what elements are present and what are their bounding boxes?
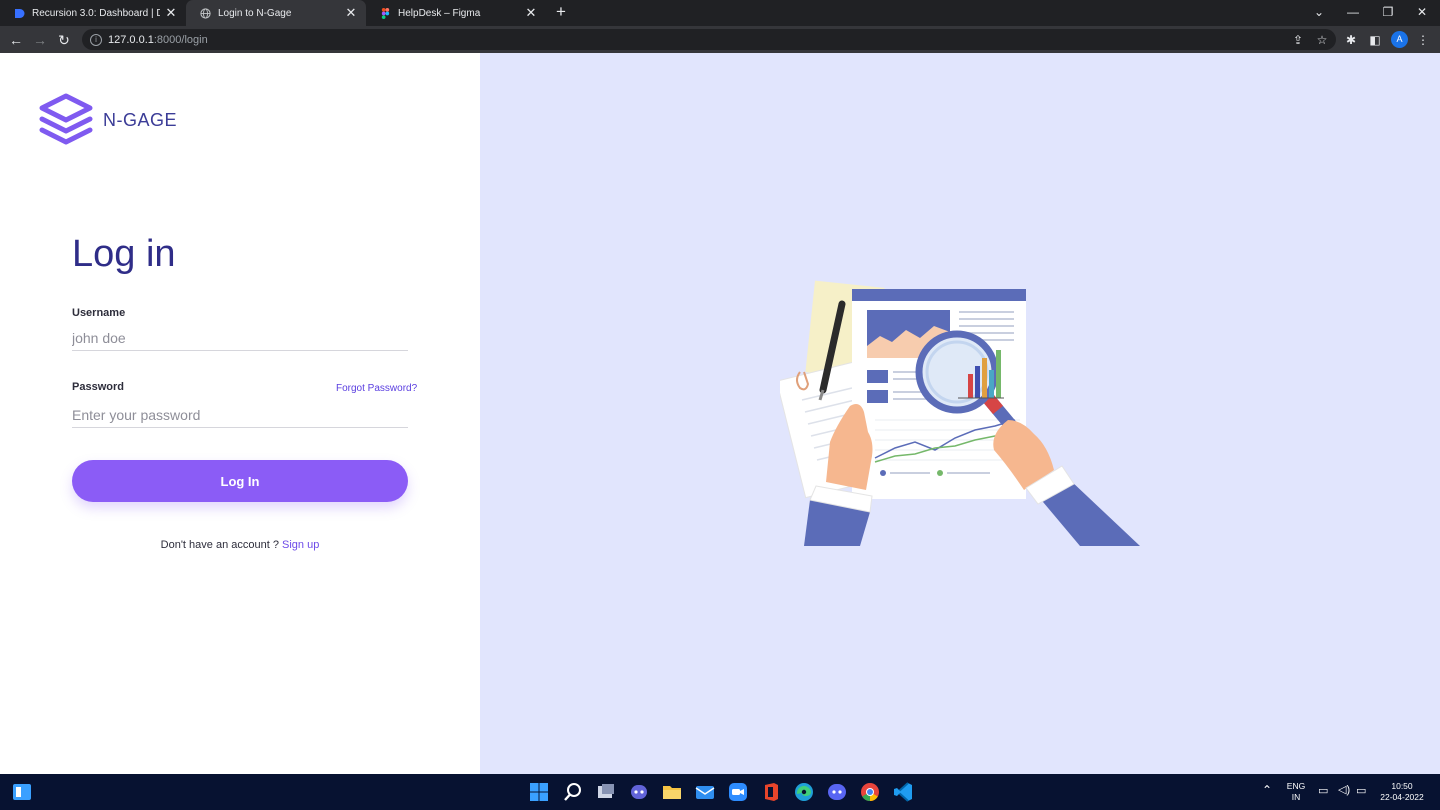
signup-prompt-text: Don't have an account ? <box>160 539 283 551</box>
clock-time: 10:50 <box>1391 781 1413 791</box>
globe-icon <box>200 7 211 19</box>
mail-icon[interactable] <box>693 780 717 804</box>
address-bar[interactable]: i 127.0.0.1:8000/login <box>82 29 1336 50</box>
forward-icon[interactable]: → <box>30 30 50 50</box>
password-input[interactable] <box>72 402 408 428</box>
edge-icon[interactable] <box>792 780 816 804</box>
login-panel: N-GAGE Log in Username Password Forgot P… <box>0 53 480 774</box>
tab-search-icon[interactable]: ⌄ <box>1302 2 1336 22</box>
url-path: :8000/login <box>153 33 208 46</box>
tab-title: Recursion 3.0: Dashboard | Devfolio <box>32 7 160 19</box>
zoom-icon[interactable] <box>726 780 750 804</box>
share-icon[interactable]: ⇪ <box>1289 31 1307 49</box>
login-button[interactable]: Log In <box>72 460 408 502</box>
username-input[interactable] <box>72 325 408 351</box>
browser-tab-strip: Recursion 3.0: Dashboard | Devfolio ✕ Lo… <box>0 0 1440 26</box>
minimize-icon[interactable]: — <box>1336 2 1370 22</box>
tab-title: HelpDesk – Figma <box>398 7 481 19</box>
site-info-icon[interactable]: i <box>90 33 102 46</box>
task-view-icon[interactable] <box>594 780 618 804</box>
close-tab-icon[interactable]: ✕ <box>344 6 358 20</box>
new-tab-icon[interactable]: + <box>552 3 570 21</box>
layers-logo-icon <box>39 93 93 145</box>
battery-icon[interactable]: ▭ <box>1356 786 1366 797</box>
chrome-icon[interactable] <box>858 780 882 804</box>
brand-name: N-GAGE <box>103 109 178 130</box>
tab-figma[interactable]: HelpDesk – Figma ✕ <box>366 0 546 26</box>
extensions-icon[interactable]: ✱ <box>1342 31 1360 49</box>
region-code: IN <box>1291 792 1301 802</box>
devfolio-icon <box>14 8 25 19</box>
bookmark-star-icon[interactable]: ☆ <box>1313 31 1331 49</box>
search-icon[interactable] <box>561 780 585 804</box>
report-header-shape <box>852 289 1026 301</box>
clock-date: 22-04-2022 <box>1380 792 1424 802</box>
windows-taskbar: ⌃ ENG IN ▭ ◁) ▭ 10:50 22-04-2022 <box>0 774 1440 810</box>
figma-icon <box>380 7 391 19</box>
close-window-icon[interactable]: ✕ <box>1405 2 1439 22</box>
clock[interactable]: 10:50 22-04-2022 <box>1376 781 1428 803</box>
profile-avatar[interactable]: A <box>1391 31 1408 48</box>
menu-kebab-icon[interactable]: ⋮ <box>1414 31 1432 49</box>
browser-toolbar: ← → ↻ i 127.0.0.1:8000/login ⇪ ☆ ✱ ◧ A ⋮ <box>0 26 1440 53</box>
office-icon[interactable] <box>759 780 783 804</box>
file-explorer-icon[interactable] <box>660 780 684 804</box>
back-icon[interactable]: ← <box>6 30 26 50</box>
report-analysis-illustration <box>780 280 1140 546</box>
close-tab-icon[interactable]: ✕ <box>524 6 538 20</box>
password-label: Password <box>72 381 124 393</box>
volume-icon[interactable]: ◁) <box>1338 785 1350 796</box>
username-label: Username <box>72 307 126 319</box>
network-icon[interactable]: ▭ <box>1318 786 1328 797</box>
teams-icon[interactable] <box>627 780 651 804</box>
language-code: ENG <box>1286 781 1306 791</box>
discord-icon[interactable] <box>825 780 849 804</box>
forgot-password-link[interactable]: Forgot Password? <box>336 383 417 394</box>
illustration-panel <box>480 53 1440 774</box>
signup-link[interactable]: Sign up <box>282 539 319 551</box>
language-indicator[interactable]: ENG IN <box>1284 781 1308 803</box>
brand-logo[interactable]: N-GAGE <box>37 91 177 149</box>
restore-icon[interactable]: ❐ <box>1371 2 1405 22</box>
tray-overflow-icon[interactable]: ⌃ <box>1262 784 1272 796</box>
widgets-icon[interactable] <box>10 780 34 804</box>
tab-title: Login to N-Gage <box>218 7 292 19</box>
side-panel-icon[interactable]: ◧ <box>1366 31 1384 49</box>
signup-prompt: Don't have an account ? Sign up <box>0 539 480 551</box>
start-icon[interactable] <box>527 780 551 804</box>
url-host: 127.0.0.1 <box>108 33 154 46</box>
tab-devfolio[interactable]: Recursion 3.0: Dashboard | Devfolio ✕ <box>0 0 186 26</box>
vscode-icon[interactable] <box>891 780 915 804</box>
reload-icon[interactable]: ↻ <box>54 30 74 50</box>
page-content: N-GAGE Log in Username Password Forgot P… <box>0 53 1440 774</box>
tab-login[interactable]: Login to N-Gage ✕ <box>186 0 366 26</box>
close-tab-icon[interactable]: ✕ <box>164 6 178 20</box>
page-title: Log in <box>72 233 176 275</box>
